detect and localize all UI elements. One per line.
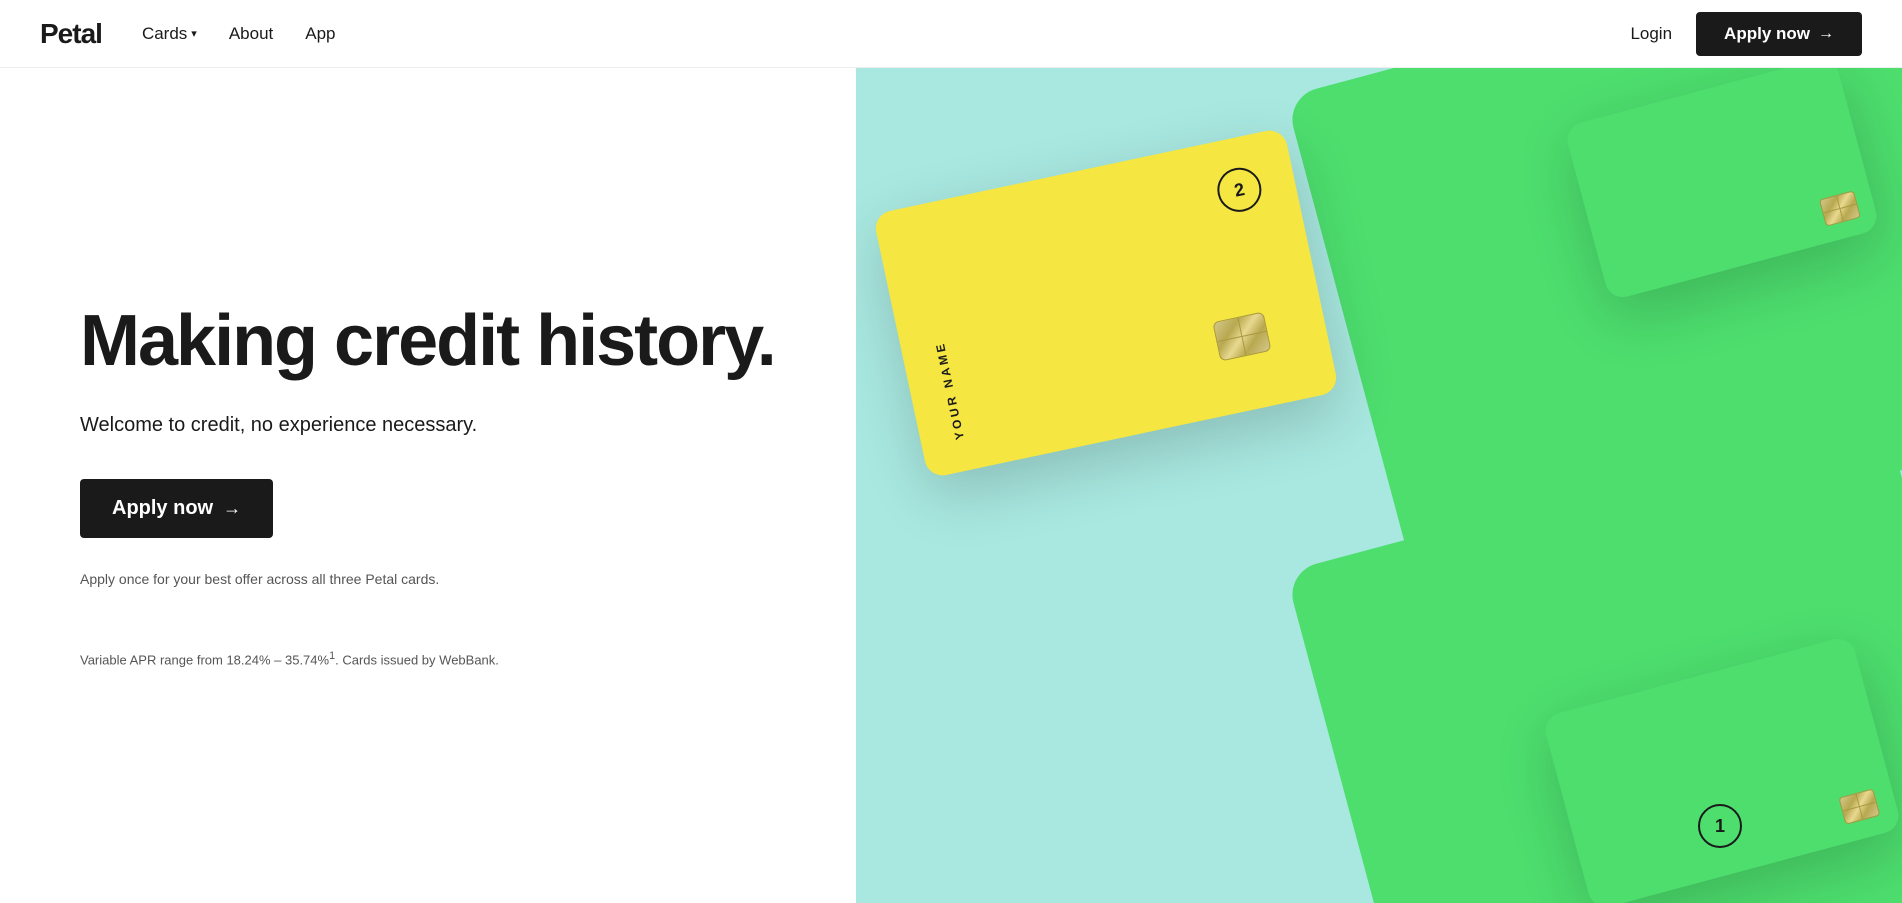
hero-left: Making credit history. Welcome to credit…: [0, 68, 856, 903]
hero-section: Making credit history. Welcome to credit…: [0, 0, 1902, 903]
cards-scene: 2 YOUR NAME 1: [856, 68, 1902, 903]
navbar: Petal Cards ▾ About App Login Apply now …: [0, 0, 1902, 68]
chip-icon-bottom: [1838, 788, 1880, 824]
hero-right: 2 YOUR NAME 1: [856, 68, 1902, 903]
hero-subtext: Welcome to credit, no experience necessa…: [80, 411, 796, 439]
card-name-label: YOUR NAME: [932, 340, 967, 441]
nav-link-cards[interactable]: Cards ▾: [142, 24, 197, 44]
card-badge-green-bottom: 1: [1698, 804, 1742, 848]
nav-right: Login Apply now →: [1630, 12, 1862, 56]
card-yellow-inner: 2 YOUR NAME: [905, 157, 1307, 450]
nav-links: Cards ▾ About App: [142, 24, 336, 44]
chip-icon: [1819, 190, 1861, 226]
chevron-down-icon: ▾: [191, 27, 197, 40]
nav-link-about[interactable]: About: [229, 24, 273, 44]
hero-footnote: Variable APR range from 18.24% – 35.74%1…: [80, 650, 796, 667]
card-chip-yellow: [1212, 312, 1271, 362]
card-yellow: 2 YOUR NAME: [872, 127, 1339, 478]
hero-disclaimer: Apply once for your best offer across al…: [80, 570, 796, 590]
nav-apply-button[interactable]: Apply now →: [1696, 12, 1862, 56]
logo[interactable]: Petal: [40, 18, 102, 50]
arrow-icon: →: [223, 498, 241, 519]
login-link[interactable]: Login: [1630, 24, 1672, 44]
nav-link-app[interactable]: App: [305, 24, 335, 44]
nav-left: Petal Cards ▾ About App: [40, 18, 336, 50]
card-badge-yellow: 2: [1213, 164, 1265, 216]
arrow-icon: →: [1818, 25, 1834, 43]
hero-apply-button[interactable]: Apply now →: [80, 479, 273, 538]
hero-heading: Making credit history.: [80, 304, 796, 380]
